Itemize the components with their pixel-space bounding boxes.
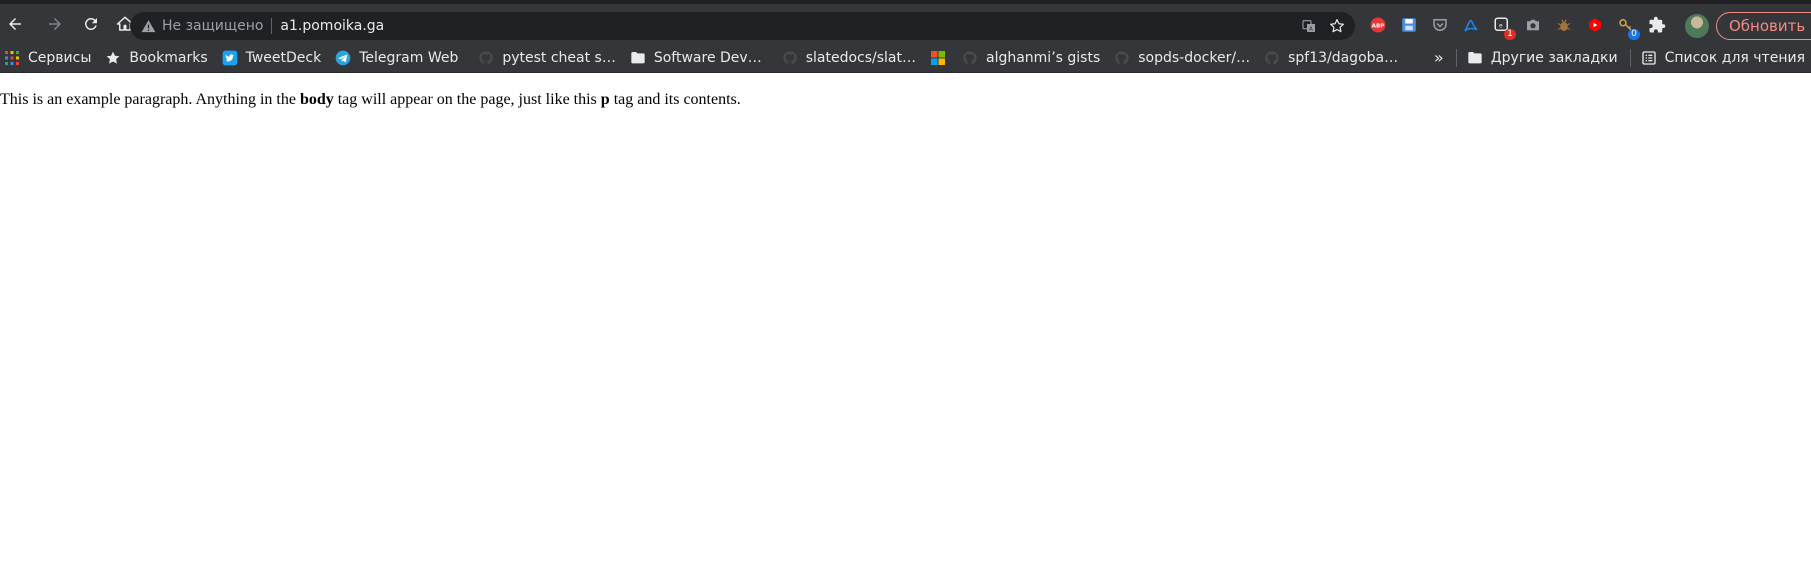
apps-grid-icon	[4, 50, 20, 66]
profile-avatar[interactable]	[1685, 14, 1709, 38]
bookmarks-divider	[1455, 48, 1457, 67]
bookmark-label: spf13/dagoba…	[1288, 49, 1399, 66]
bookmark-spf13[interactable]: spf13/dagoba…	[1258, 46, 1404, 70]
bookmark-label: slatedocs/slat…	[805, 49, 916, 66]
page-content: This is an example paragraph. Anything i…	[0, 74, 1811, 579]
bug-icon[interactable]	[1552, 13, 1576, 37]
svg-text:ABP: ABP	[1372, 24, 1385, 30]
youtube-icon[interactable]	[1583, 13, 1607, 37]
example-paragraph: This is an example paragraph. Anything i…	[0, 90, 741, 110]
twitter-icon	[222, 50, 238, 66]
folder-icon	[1467, 50, 1483, 66]
star-icon	[105, 50, 121, 66]
forward-button[interactable]	[40, 9, 70, 39]
bookmark-label: Bookmarks	[129, 49, 208, 66]
warning-icon[interactable]	[140, 18, 156, 34]
paragraph-text: tag will appear on the page, just like t…	[333, 91, 601, 108]
github-icon	[962, 50, 978, 66]
url-text[interactable]: a1.pomoika.ga	[280, 18, 384, 34]
paragraph-text: This is an example paragraph. Anything i…	[0, 91, 300, 108]
bookmark-label: sopds-docker/…	[1138, 49, 1251, 66]
svg-text:e: e	[1499, 22, 1503, 29]
github-icon	[1114, 50, 1130, 66]
security-status[interactable]: Не защищено	[162, 18, 273, 34]
github-icon	[782, 50, 798, 66]
paragraph-bold-p: p	[600, 91, 610, 108]
reading-list-icon	[1641, 50, 1657, 66]
bookmark-label: TweetDeck	[245, 49, 322, 66]
bookmark-label: Сервисы	[28, 49, 92, 66]
bookmark-bookmarks[interactable]: Bookmarks	[99, 46, 213, 70]
camera-icon[interactable]	[1521, 13, 1545, 37]
bookmarks-overflow-button[interactable]: »	[1434, 48, 1444, 67]
other-bookmarks-folder[interactable]: Другие закладки	[1461, 46, 1624, 70]
bookmarks-bar: Сервисы Bookmarks TweetDeck Telegram Web…	[0, 43, 1811, 73]
bookmark-label: pytest cheat s…	[502, 49, 616, 66]
adblock-plus-icon[interactable]: ABP	[1366, 13, 1390, 37]
bookmark-star-icon[interactable]	[1327, 16, 1347, 36]
back-button[interactable]	[0, 9, 30, 39]
bookmarks-divider	[1629, 48, 1631, 67]
extension-badge-icon[interactable]: e 1	[1490, 13, 1516, 40]
pocket-icon[interactable]	[1428, 13, 1452, 37]
bookmark-label: Список для чтения	[1664, 49, 1805, 66]
address-bar[interactable]: Не защищено a1.pomoika.ga A	[130, 12, 1355, 40]
paragraph-bold-body: body	[299, 91, 334, 108]
key-icon[interactable]: 0	[1614, 13, 1640, 40]
bookmark-label: Другие закладки	[1490, 49, 1618, 66]
translate-icon[interactable]: A	[1299, 16, 1319, 36]
microsoft-icon	[930, 50, 946, 66]
update-button[interactable]: Обновить	[1716, 12, 1811, 40]
extension-badge-count: 1	[1504, 29, 1516, 40]
bookmark-telegram[interactable]: Telegram Web	[329, 46, 464, 70]
folder-icon	[630, 50, 646, 66]
bookmark-label: alghanmi’s gists	[985, 49, 1101, 66]
extensions-bar: ABP e 1 0	[1366, 13, 1669, 40]
bookmark-microsoft[interactable]	[924, 46, 954, 70]
reload-icon	[85, 17, 97, 30]
bookmark-slatedocs[interactable]: slatedocs/slat…	[776, 46, 922, 70]
key-badge-count: 0	[1628, 29, 1640, 40]
bookmark-label: Software Dev…	[653, 49, 762, 66]
puzzle-icon[interactable]	[1645, 13, 1669, 37]
reload-button[interactable]	[76, 9, 106, 39]
github-icon	[478, 50, 494, 66]
bookmark-apps[interactable]: Сервисы	[0, 46, 97, 70]
bookmark-alghanmi[interactable]: alghanmi’s gists	[956, 46, 1106, 70]
arrow-left-icon	[9, 17, 21, 30]
arrow-right-icon	[49, 17, 61, 30]
browser-toolbar: Не защищено a1.pomoika.ga A ABP e 1 0 Об…	[0, 0, 1811, 43]
reading-list-button[interactable]: Список для чтения	[1635, 46, 1811, 70]
bookmark-sopds[interactable]: sopds-docker/…	[1108, 46, 1256, 70]
save-icon[interactable]	[1397, 13, 1421, 37]
bookmark-tweetdeck[interactable]: TweetDeck	[216, 46, 328, 70]
bookmark-label: Telegram Web	[359, 49, 459, 66]
paragraph-text: tag and its contents.	[609, 91, 741, 108]
svg-text:A: A	[1309, 27, 1313, 33]
github-icon	[1264, 50, 1280, 66]
bookmark-software-dev[interactable]: Software Dev…	[624, 46, 768, 70]
telegram-icon	[335, 50, 351, 66]
bookmark-pytest[interactable]: pytest cheat s…	[472, 46, 622, 70]
acrobat-icon[interactable]	[1459, 13, 1483, 37]
